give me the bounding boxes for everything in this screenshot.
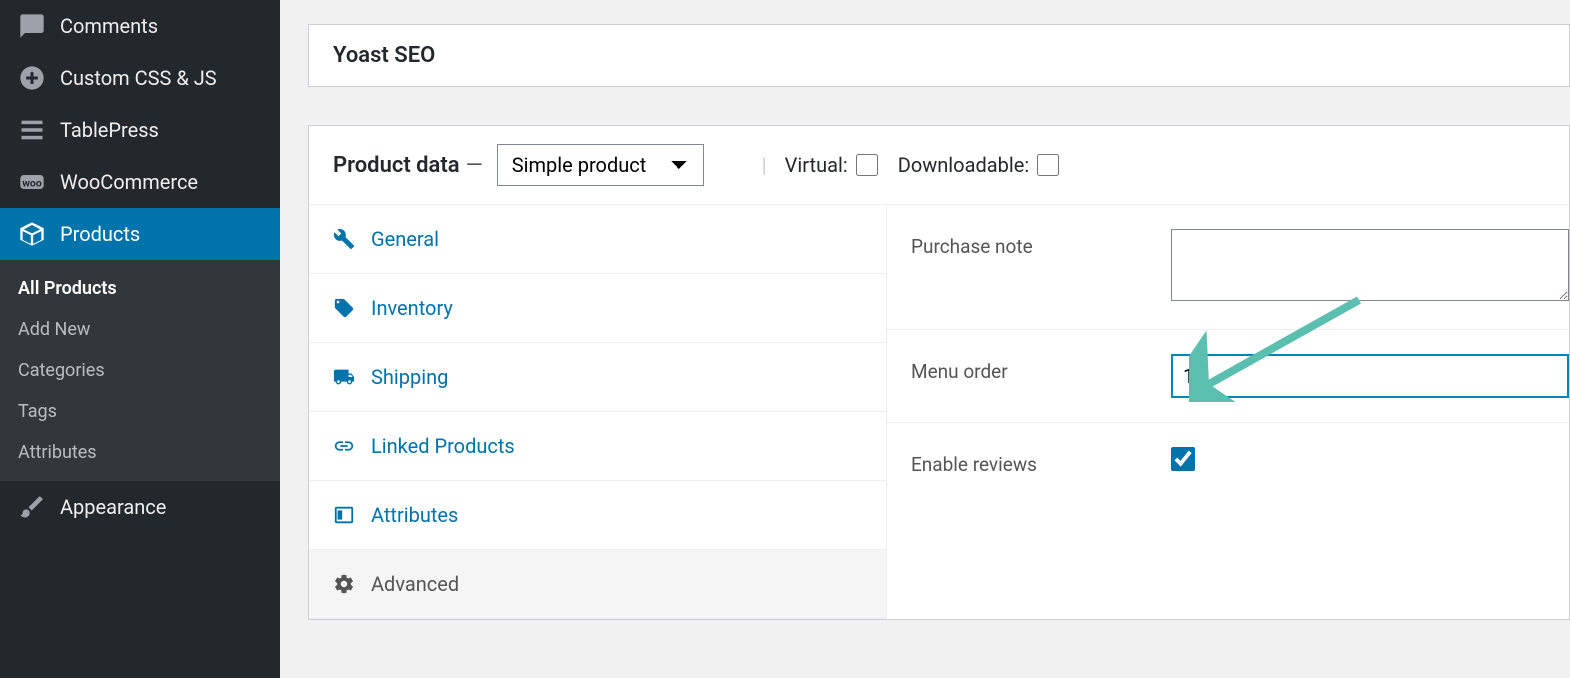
submenu-all-products[interactable]: All Products xyxy=(0,268,280,309)
tab-linked-products[interactable]: Linked Products xyxy=(309,412,886,481)
tag-icon xyxy=(333,297,355,319)
product-data-body: General Inventory Shipping Linked Produc… xyxy=(309,205,1569,619)
sidebar-item-label: Comments xyxy=(60,14,158,38)
submenu-add-new[interactable]: Add New xyxy=(0,309,280,350)
menu-order-input[interactable] xyxy=(1171,354,1569,398)
product-data-heading: Product data xyxy=(333,153,460,178)
tab-general[interactable]: General xyxy=(309,205,886,274)
dash-separator: — xyxy=(466,153,483,178)
sidebar-item-label: TablePress xyxy=(60,118,159,142)
purchase-note-row: Purchase note xyxy=(887,205,1569,330)
enable-reviews-field xyxy=(1171,447,1569,475)
metabox-title: Yoast SEO xyxy=(309,25,1569,86)
menu-order-field xyxy=(1171,354,1569,398)
purchase-note-field xyxy=(1171,229,1569,305)
downloadable-label[interactable]: Downloadable: xyxy=(898,153,1059,177)
product-type-select[interactable]: Simple product xyxy=(497,144,704,186)
purchase-note-textarea[interactable] xyxy=(1171,229,1569,301)
purchase-note-label: Purchase note xyxy=(911,229,1171,258)
tab-label: General xyxy=(371,227,439,251)
product-data-tabs: General Inventory Shipping Linked Produc… xyxy=(309,205,887,619)
sidebar-item-label: WooCommerce xyxy=(60,170,198,194)
product-data-header: Product data — Simple product | Virtual:… xyxy=(309,126,1569,205)
tab-attributes[interactable]: Attributes xyxy=(309,481,886,550)
downloadable-checkbox[interactable] xyxy=(1037,154,1059,176)
gear-icon xyxy=(333,573,355,595)
yoast-seo-metabox[interactable]: Yoast SEO xyxy=(308,24,1570,87)
sidebar-item-woocommerce[interactable]: woo WooCommerce xyxy=(0,156,280,208)
box-icon xyxy=(18,220,46,248)
sidebar-item-label: Products xyxy=(60,222,140,246)
product-data-metabox: Product data — Simple product | Virtual:… xyxy=(308,125,1570,620)
enable-reviews-label: Enable reviews xyxy=(911,447,1171,476)
submenu-categories[interactable]: Categories xyxy=(0,350,280,391)
tab-inventory[interactable]: Inventory xyxy=(309,274,886,343)
layout-icon xyxy=(333,504,355,526)
menu-order-row: Menu order xyxy=(887,330,1569,423)
tab-shipping[interactable]: Shipping xyxy=(309,343,886,412)
submenu-tags[interactable]: Tags xyxy=(0,391,280,432)
advanced-tab-content: Purchase note Menu order xyxy=(887,205,1569,619)
plus-circle-icon xyxy=(18,64,46,92)
tab-label: Attributes xyxy=(371,503,458,527)
sidebar-item-custom-css-js[interactable]: Custom CSS & JS xyxy=(0,52,280,104)
tab-label: Advanced xyxy=(371,572,459,596)
list-icon xyxy=(18,116,46,144)
sidebar-item-products[interactable]: Products xyxy=(0,208,280,260)
sidebar-item-label: Appearance xyxy=(60,495,166,519)
woo-icon: woo xyxy=(18,168,46,196)
brush-icon xyxy=(18,493,46,521)
menu-order-label: Menu order xyxy=(911,354,1171,383)
virtual-label[interactable]: Virtual: xyxy=(785,153,878,177)
submenu-attributes[interactable]: Attributes xyxy=(0,432,280,473)
sidebar-item-label: Custom CSS & JS xyxy=(60,66,217,90)
tab-advanced[interactable]: Advanced xyxy=(309,550,886,619)
vertical-separator: | xyxy=(762,153,767,177)
product-type-options: | Virtual: Downloadable: xyxy=(744,153,1079,177)
link-icon xyxy=(333,435,355,457)
tab-label: Inventory xyxy=(371,296,453,320)
products-submenu: All Products Add New Categories Tags Att… xyxy=(0,260,280,481)
enable-reviews-row: Enable reviews xyxy=(887,423,1569,500)
sidebar-item-comments[interactable]: Comments xyxy=(0,0,280,52)
enable-reviews-checkbox[interactable] xyxy=(1171,447,1195,471)
sidebar-item-tablepress[interactable]: TablePress xyxy=(0,104,280,156)
truck-icon xyxy=(333,366,355,388)
virtual-checkbox[interactable] xyxy=(856,154,878,176)
svg-text:woo: woo xyxy=(22,177,42,190)
wrench-icon xyxy=(333,228,355,250)
comment-icon xyxy=(18,12,46,40)
tab-label: Linked Products xyxy=(371,434,515,458)
admin-sidebar: Comments Custom CSS & JS TablePress woo … xyxy=(0,0,280,678)
tab-label: Shipping xyxy=(371,365,448,389)
main-content: Yoast SEO Product data — Simple product … xyxy=(280,0,1570,678)
sidebar-item-appearance[interactable]: Appearance xyxy=(0,481,280,533)
